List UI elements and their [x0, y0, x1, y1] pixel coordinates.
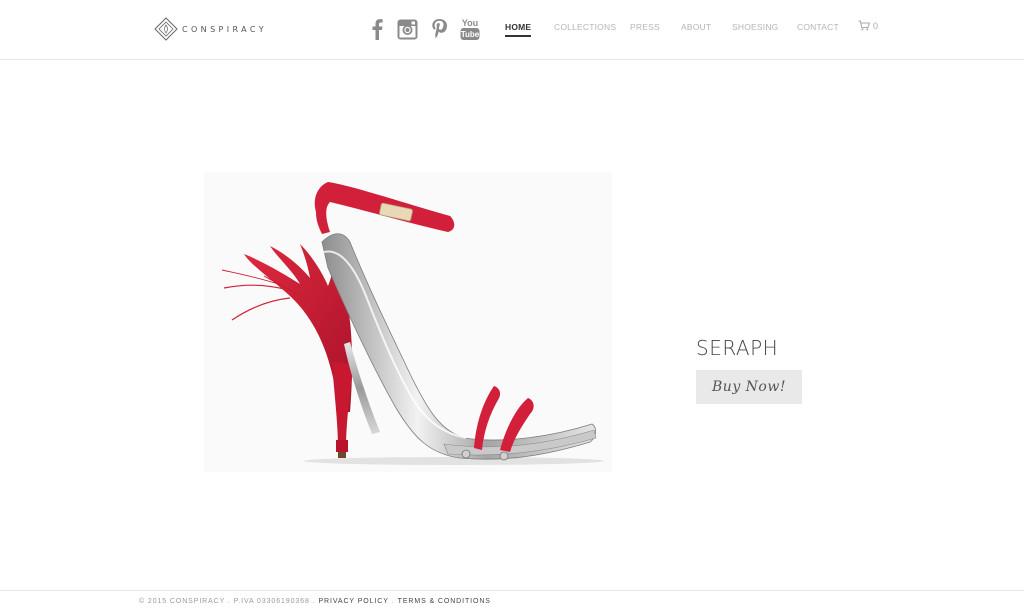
terms-link[interactable]: TERMS & CONDITIONS: [398, 598, 491, 605]
product-image[interactable]: [204, 172, 612, 472]
site-header: CONSPIRACY You Tube HOME COLLECTIONS PRE…: [0, 0, 1024, 60]
nav-item-contact[interactable]: CONTACT: [797, 22, 839, 32]
buy-now-button[interactable]: Buy Now!: [696, 370, 802, 404]
cart-count: 0: [873, 20, 879, 31]
nav-item-home[interactable]: HOME: [505, 22, 532, 37]
social-links: You Tube: [370, 16, 492, 42]
pinterest-icon[interactable]: [430, 16, 448, 42]
brand-logo[interactable]: CONSPIRACY: [154, 16, 267, 42]
instagram-icon[interactable]: [396, 16, 418, 42]
nav-item-shoesing[interactable]: SHOESING: [732, 22, 778, 32]
footer-text: © 2015 CONSPIRACY . P.IVA 03306190368 . …: [139, 598, 491, 605]
shopping-cart-icon: [858, 20, 870, 31]
product-title: SERAPH: [696, 336, 779, 360]
nav-item-collections[interactable]: COLLECTIONS: [554, 22, 616, 32]
svg-text:Tube: Tube: [461, 30, 480, 39]
red-feather-heel-sandal-image: [221, 182, 604, 465]
youtube-icon[interactable]: You Tube: [460, 16, 480, 42]
diamond-logo-icon: [154, 17, 178, 41]
cart-button[interactable]: 0: [858, 20, 878, 31]
footer-separator: .: [391, 598, 395, 605]
facebook-icon[interactable]: [370, 16, 384, 42]
nav-item-about[interactable]: ABOUT: [681, 22, 711, 32]
svg-text:You: You: [462, 18, 478, 28]
privacy-policy-link[interactable]: PRIVACY POLICY: [318, 598, 388, 605]
site-footer: © 2015 CONSPIRACY . P.IVA 03306190368 . …: [0, 590, 1024, 614]
brand-name: CONSPIRACY: [182, 24, 268, 34]
buy-now-label: Buy Now!: [712, 379, 786, 395]
copyright-text: © 2015 CONSPIRACY . P.IVA 03306190368 .: [139, 598, 316, 605]
nav-item-press[interactable]: PRESS: [630, 22, 660, 32]
